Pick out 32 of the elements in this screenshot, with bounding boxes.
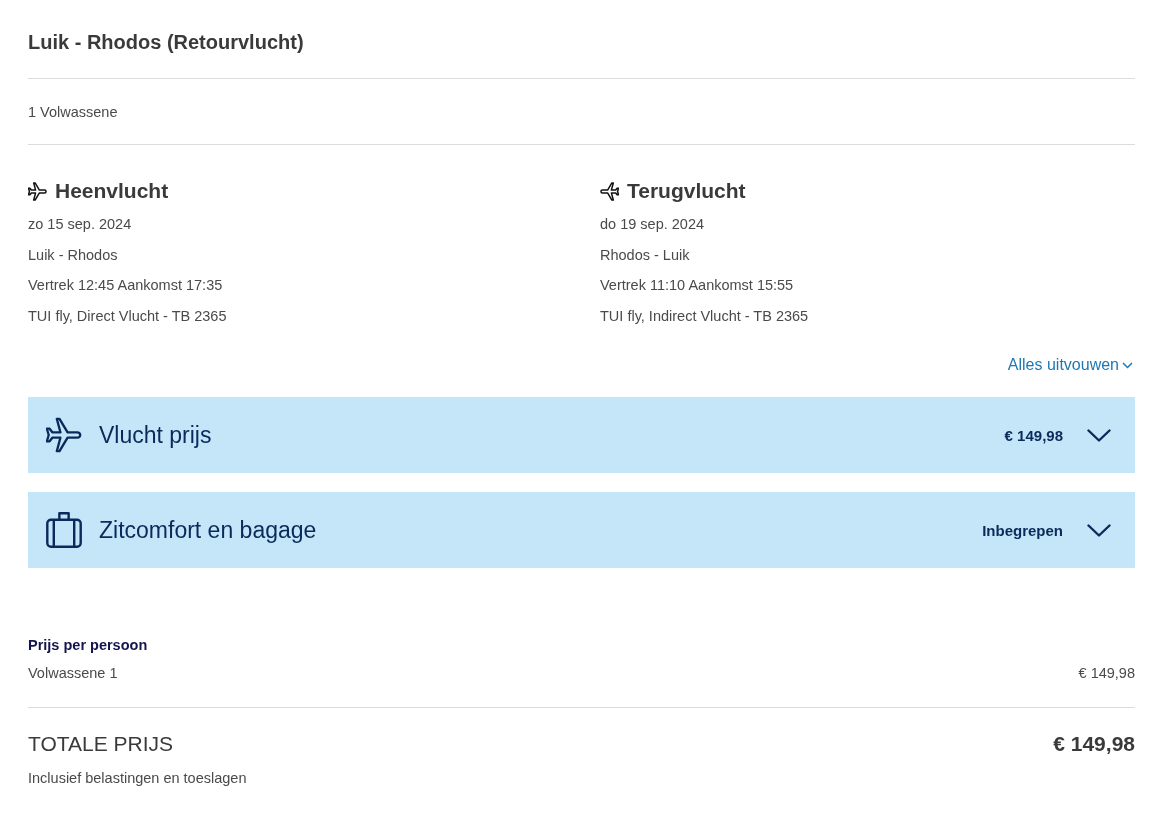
page-title: Luik - Rhodos (Retourvlucht) [28, 30, 304, 54]
plane-icon [46, 417, 82, 453]
chevron-icon[interactable] [1087, 428, 1111, 442]
flight-route: Luik - Rhodos [28, 245, 118, 265]
chevron-icon [1122, 361, 1133, 369]
total-label: TOTALE PRIJS [28, 732, 174, 756]
flight-date: do 19 sep. 2024 [600, 215, 704, 234]
price-per-person-heading: Prijs per persoon [28, 636, 148, 655]
accordion-header[interactable]: Vlucht prijs € 149,98 [28, 397, 1135, 473]
flight-date: zo 15 sep. 2024 [28, 215, 132, 234]
flight-carrier: TUI fly, Indirect Vlucht - TB 2365 [600, 306, 809, 326]
flight-heading: Heenvlucht [55, 178, 169, 204]
suitcase-icon [46, 512, 82, 548]
accordion-header[interactable]: Zitcomfort en bagage Inbegrepen [28, 492, 1135, 568]
expand-all-link[interactable]: Alles uitvouwen [1007, 354, 1133, 376]
passenger-price: € 149,98 [1078, 664, 1135, 683]
section-title: Zitcomfort en bagage [99, 516, 318, 544]
traveller-count: 1 Volwassene [28, 103, 118, 122]
plane-icon [600, 181, 619, 201]
total-price: € 149,98 [1053, 732, 1135, 756]
section-value: Inbegrepen [982, 521, 1063, 539]
section-title: Vlucht prijs [99, 421, 213, 449]
flight-times: Vertrek 12:45 Aankomst 17:35 [28, 276, 223, 295]
tax-note: Inclusief belastingen en toeslagen [28, 769, 247, 788]
section-value: € 149,98 [1004, 426, 1063, 444]
flight-carrier: TUI fly, Direct Vlucht - TB 2365 [28, 306, 227, 326]
flight-heading: Terugvlucht [627, 178, 746, 204]
flight-times: Vertrek 11:10 Aankomst 15:55 [600, 276, 794, 295]
chevron-icon[interactable] [1087, 523, 1111, 537]
flight-route: Rhodos - Luik [600, 245, 690, 265]
plane-icon [28, 181, 47, 201]
passenger-label: Volwassene 1 [28, 664, 118, 683]
